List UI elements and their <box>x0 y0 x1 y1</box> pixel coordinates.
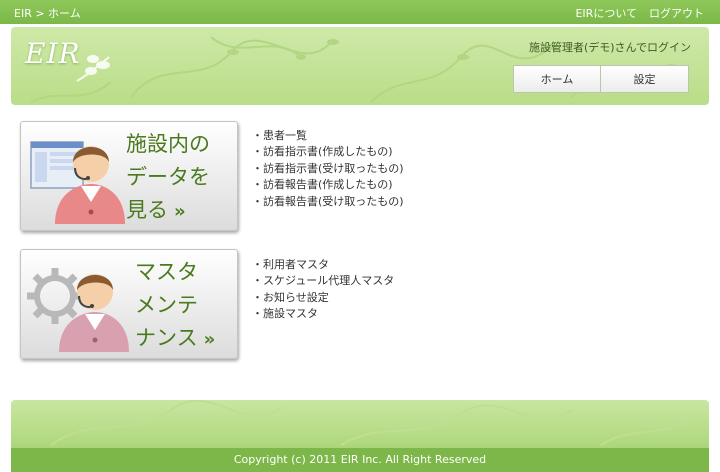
master-line-3: ナンス <box>135 326 198 350</box>
facility-master-link[interactable]: 施設マスタ <box>252 306 394 322</box>
master-line-1: マスタ <box>135 260 198 284</box>
home-button[interactable]: ホーム <box>513 65 601 93</box>
view-data-button[interactable]: 施設内の データを 見る » <box>20 121 238 231</box>
visit-report-received-link[interactable]: 訪看報告書(受け取ったもの) <box>252 194 404 210</box>
header: EIR 施設管理者(デモ)さんでログイン ホーム 設定 <box>11 27 709 105</box>
patient-list-link[interactable]: 患者一覧 <box>252 128 404 144</box>
master-maintenance-button[interactable]: マスタ メンテ ナンス» <box>20 249 238 359</box>
main-nav: ホーム 設定 <box>513 65 689 93</box>
view-data-line-2: データを <box>126 165 210 189</box>
master-maintenance-label: マスタ メンテ ナンス» <box>135 256 215 356</box>
master-links: 利用者マスタ スケジュール代理人マスタ お知らせ設定 施設マスタ <box>252 257 394 323</box>
chevron-right-icon: » <box>203 329 216 350</box>
view-data-line-3: 見る <box>126 198 168 222</box>
breadcrumb: EIR > ホーム <box>14 7 81 20</box>
visit-report-created-link[interactable]: 訪看報告書(作成したもの) <box>252 177 404 193</box>
footer-vine-pattern <box>50 400 702 446</box>
view-data-links: 患者一覧 訪看指示書(作成したもの) 訪看指示書(受け取ったもの) 訪看報告書(… <box>252 128 404 210</box>
user-master-link[interactable]: 利用者マスタ <box>252 257 394 273</box>
view-data-line-1: 施設内の <box>126 132 210 156</box>
copyright: Copyright (c) 2011 EIR Inc. All Right Re… <box>233 453 487 466</box>
logout-link[interactable]: ログアウト <box>649 5 704 21</box>
top-links: EIRについて ログアウト <box>575 5 704 21</box>
visit-order-created-link[interactable]: 訪看指示書(作成したもの) <box>252 144 404 160</box>
notice-settings-link[interactable]: お知らせ設定 <box>252 290 394 306</box>
footer: Copyright (c) 2011 EIR Inc. All Right Re… <box>11 400 709 472</box>
chevron-right-icon: » <box>174 201 186 222</box>
login-status: 施設管理者(デモ)さんでログイン <box>528 41 691 54</box>
schedule-proxy-master-link[interactable]: スケジュール代理人マスタ <box>252 273 394 289</box>
visit-order-received-link[interactable]: 訪看指示書(受け取ったもの) <box>252 161 404 177</box>
gear-icon <box>27 268 83 324</box>
person-screen-illustration <box>30 141 125 224</box>
view-data-label: 施設内の データを 見る » <box>126 128 210 228</box>
person-gear-illustration <box>27 268 129 352</box>
about-link[interactable]: EIRについて <box>575 5 637 21</box>
logo-leaf-icon <box>76 55 110 82</box>
top-bar: EIR > ホーム EIRについて ログアウト <box>0 0 720 24</box>
settings-button[interactable]: 設定 <box>601 65 689 93</box>
master-line-2: メンテ <box>135 293 198 317</box>
